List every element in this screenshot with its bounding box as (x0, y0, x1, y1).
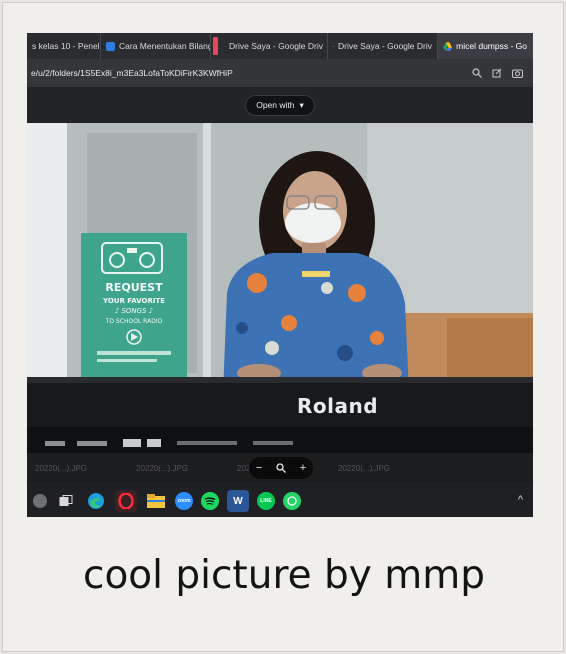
photo-preview: REQUEST YOUR FAVORITE ♪ SONGS ♪ TO SCHOO… (27, 123, 533, 453)
screenshot: s kelas 10 - Penelus Cara Menentukan Bil… (27, 33, 533, 517)
tab-label: micel dumpss - Go (456, 41, 527, 51)
zoom-controls: − + (249, 457, 313, 479)
tab-label: Cara Menentukan Bilang (119, 41, 211, 51)
photo-image: REQUEST YOUR FAVORITE ♪ SONGS ♪ TO SCHOO… (27, 123, 533, 453)
edge-icon[interactable] (85, 490, 107, 512)
chevron-up-icon[interactable]: ^ (518, 494, 523, 506)
opera-icon[interactable] (115, 490, 137, 512)
tab-label: Drive Saya - Google Driv (229, 41, 324, 51)
word-icon[interactable]: W (227, 490, 249, 512)
task-view-icon[interactable] (55, 490, 77, 512)
share-icon[interactable] (492, 68, 502, 78)
tab-label: Drive Saya - Google Driv (337, 41, 432, 51)
poster-line-1: REQUEST (105, 281, 163, 294)
filmstrip-item[interactable]: 20220(...).JPG (330, 464, 431, 473)
address-bar[interactable]: e/u/2/folders/1S5Ex8i_m3Ea3LofaToKDiFirK… (27, 59, 533, 87)
browser-tab[interactable]: Drive Saya - Google Driv (328, 33, 438, 59)
spotify-icon[interactable] (201, 492, 219, 510)
tab-indicator (213, 37, 218, 55)
zoom-in-button[interactable]: + (300, 462, 306, 474)
browser-tab-active[interactable]: micel dumpss - Go (438, 33, 533, 59)
filmstrip-item[interactable]: 20220(...).JPG (27, 464, 128, 473)
magnifier-icon[interactable] (276, 463, 286, 473)
zoom-icon[interactable]: zoom (175, 492, 193, 510)
google-drive-icon (333, 45, 334, 47)
poster-line-3: ♪ SONGS ♪ (115, 307, 153, 315)
search-icon[interactable] (472, 68, 482, 78)
open-with-button[interactable]: Open with ▾ (245, 94, 315, 116)
file-explorer-icon[interactable] (145, 490, 167, 512)
browser-tab[interactable]: Drive Saya - Google Driv (220, 33, 328, 59)
tab-favicon-icon (106, 41, 115, 51)
windows-taskbar: zoom W LINE ^ (27, 485, 533, 517)
drive-viewer-header: Open with ▾ (27, 87, 533, 123)
keyboard-brand: Roland (297, 394, 378, 418)
google-drive-icon (443, 41, 453, 51)
poster-line-2: YOUR FAVORITE (102, 297, 165, 305)
camera-icon[interactable] (512, 68, 523, 78)
search-icon[interactable] (33, 494, 47, 508)
caption: cool picture by mmp (83, 553, 485, 598)
zoom-out-button[interactable]: − (256, 462, 262, 474)
url-text[interactable]: e/u/2/folders/1S5Ex8i_m3Ea3LofaToKDiFirK… (31, 68, 472, 78)
filmstrip-item[interactable]: 20220(...).JPG (128, 464, 229, 473)
line-icon[interactable]: LINE (257, 492, 275, 510)
browser-tab[interactable]: Cara Menentukan Bilang (101, 33, 211, 59)
browser-tab[interactable]: s kelas 10 - Penelus (27, 33, 101, 59)
tab-label: s kelas 10 - Penelus (32, 41, 101, 51)
whatsapp-icon[interactable] (283, 492, 301, 510)
polaroid-card: s kelas 10 - Penelus Cara Menentukan Bil… (2, 2, 564, 652)
poster-line-4: TO SCHOOL RADIO (105, 318, 163, 325)
open-with-label: Open with (256, 100, 295, 110)
browser-tab-bar: s kelas 10 - Penelus Cara Menentukan Bil… (27, 33, 533, 59)
chevron-down-icon: ▾ (299, 99, 304, 110)
